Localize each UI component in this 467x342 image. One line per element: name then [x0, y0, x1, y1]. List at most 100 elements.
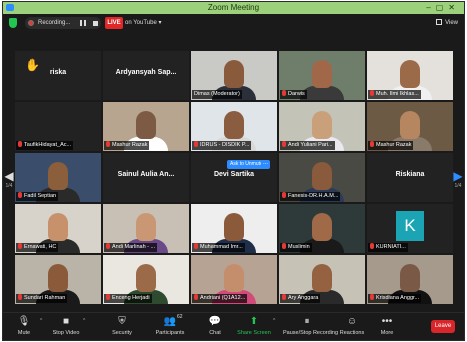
pause-recording-label: Pause/Stop Recording: [283, 330, 339, 336]
participant-display-name: Devi Sartika: [213, 171, 255, 178]
stop-video-label: Stop Video: [52, 330, 80, 336]
share-screen-label: Share Screen: [237, 330, 271, 336]
participant-tile[interactable]: Mashur Razak: [367, 102, 453, 151]
participant-tile[interactable]: Riskiana: [367, 153, 453, 202]
participant-name-text: Muh. Ilmi Ikhlas...: [376, 91, 419, 97]
security-button[interactable]: ⛨ Security: [100, 316, 144, 336]
participant-name-label: Sundari Rahman: [16, 294, 68, 303]
share-options-caret[interactable]: ^: [273, 318, 275, 324]
participant-tile[interactable]: Muslimin: [279, 204, 365, 253]
participant-tile[interactable]: Muh. Ilmi Ikhlas...: [367, 51, 453, 100]
participant-tile[interactable]: Dimas (Moderator): [191, 51, 277, 100]
participant-tile[interactable]: Sundari Rahman: [15, 255, 101, 304]
participant-tile[interactable]: Ardyansyah Sap...: [103, 51, 189, 100]
participant-tile[interactable]: Mashur Razak: [103, 102, 189, 151]
participant-tile[interactable]: Sainul Aulia An...: [103, 153, 189, 202]
participant-name-label: Andriani (Q1A12...: [192, 294, 248, 303]
participant-head: [224, 213, 244, 241]
participant-tile[interactable]: Krisdiana Anggr...: [367, 255, 453, 304]
video-options-caret[interactable]: ^: [83, 318, 85, 324]
mic-muted-icon: [18, 192, 22, 198]
pause-recording-icon[interactable]: [80, 20, 86, 26]
mic-muted-icon: [370, 90, 374, 96]
mic-muted-icon: [282, 192, 286, 198]
participant-name-text: Mashur Razak: [112, 142, 148, 148]
stop-video-button[interactable]: ■ Stop Video: [44, 316, 88, 336]
participant-head: [400, 264, 420, 292]
security-label: Security: [112, 330, 132, 336]
participant-name-text: Ary Anggara: [288, 295, 319, 301]
participant-tile[interactable]: Darwis: [279, 51, 365, 100]
participant-tile[interactable]: Ernawati, HC: [15, 204, 101, 253]
participant-name-label: Muhammad Imr...: [192, 243, 245, 252]
participant-tile[interactable]: riska ✋: [15, 51, 101, 100]
participant-tile[interactable]: Fanesis-DR.H.A.M...: [279, 153, 365, 202]
participant-tile[interactable]: Devi Sartika Ask to Unmute...: [191, 153, 277, 202]
participant-head: [312, 213, 332, 241]
shield-icon: ⛨: [118, 316, 126, 327]
participant-name-text: Mashur Razak: [376, 142, 412, 148]
mic-muted-icon: [194, 243, 198, 249]
participant-name-text: Enceng Herjadi: [112, 295, 150, 301]
participant-tile[interactable]: Enceng Herjadi: [103, 255, 189, 304]
participant-name-text: Fanesis-DR.H.A.M...: [288, 193, 339, 199]
audio-options-caret[interactable]: ^: [40, 318, 42, 324]
participant-name-label: Fanesis-DR.H.A.M...: [280, 192, 341, 201]
mic-muted-icon: [106, 141, 110, 147]
participant-name-text: Ernawati, HC: [24, 244, 57, 250]
grid-view-icon: [436, 19, 443, 25]
participant-tile[interactable]: IDRUS - DISDIK P...: [191, 102, 277, 151]
participant-head: [136, 111, 156, 139]
stop-recording-icon[interactable]: [93, 20, 98, 26]
participant-tile[interactable]: Andi Yuliani Pari...: [279, 102, 365, 151]
mic-muted-icon: [370, 294, 374, 300]
chat-button[interactable]: 💬 Chat: [193, 316, 237, 336]
mic-muted-icon: [282, 243, 286, 249]
participant-head: [136, 264, 156, 292]
participant-head: [224, 264, 244, 292]
mic-muted-icon: [194, 141, 198, 147]
ask-to-unmute-button[interactable]: Ask to Unmute: [227, 160, 266, 169]
participant-tile[interactable]: TaufikHidayat_Ac...: [15, 102, 101, 151]
page-indicator-left: 1/4: [5, 183, 13, 189]
record-dot-icon: [28, 20, 34, 26]
next-page-button[interactable]: ▶ 1/4: [453, 170, 463, 189]
participant-name-text: Dimas (Moderator): [194, 91, 240, 97]
participant-tile[interactable]: Andi Marlinah - ...: [103, 204, 189, 253]
participant-name-label: Mashur Razak: [368, 141, 414, 150]
participants-label: Participants: [155, 330, 185, 336]
participant-tile[interactable]: Andriani (Q1A12...: [191, 255, 277, 304]
participant-count: 62: [177, 314, 183, 320]
participant-more-options-button[interactable]: ...: [261, 160, 270, 169]
page-indicator-right: 1/4: [454, 183, 462, 189]
window-controls[interactable]: –▢✕: [426, 3, 460, 12]
live-destination-dropdown[interactable]: on YouTube ▾: [125, 17, 162, 29]
meeting-top-bar: Recording... LIVE on YouTube ▾ View: [3, 14, 464, 32]
participants-button[interactable]: 👥 62 Participants: [148, 314, 192, 336]
mic-muted-icon: [282, 294, 286, 300]
chevron-left-icon: ◀: [4, 169, 14, 183]
mic-muted-icon: [106, 294, 110, 300]
live-badge: LIVE: [105, 17, 123, 29]
encryption-shield-icon[interactable]: [9, 18, 17, 28]
participant-display-name: Sainul Aulia An...: [117, 171, 175, 178]
more-button[interactable]: ••• More: [365, 316, 409, 336]
participant-display-name: Ardyansyah Sap...: [115, 69, 177, 76]
pause-stop-recording-button[interactable]: ⏸ Pause/Stop Recording: [283, 316, 339, 336]
leave-button[interactable]: Leave: [431, 320, 455, 333]
participant-tile[interactable]: Fadil Septian: [15, 153, 101, 202]
participant-tile[interactable]: Ary Anggara: [279, 255, 365, 304]
mic-muted-icon: [194, 294, 198, 300]
participant-head: [48, 264, 68, 292]
view-button[interactable]: View: [436, 17, 458, 29]
mic-muted-icon: [282, 90, 286, 96]
participant-name-label: Darwis: [280, 90, 307, 99]
raised-hand-icon: ✋: [25, 58, 40, 72]
participant-head: [312, 60, 332, 88]
participant-name-text: Krisdiana Anggr...: [376, 295, 420, 301]
meeting-toolbar: 🎙 Mute ^ ■ Stop Video ^ ⛨ Security 👥 62 …: [3, 312, 464, 340]
participant-tile[interactable]: K KURNIATI...: [367, 204, 453, 253]
participant-tile[interactable]: Muhammad Imr...: [191, 204, 277, 253]
previous-page-button[interactable]: ◀ 1/4: [4, 170, 14, 189]
share-screen-button[interactable]: ⬆ Share Screen: [232, 316, 276, 336]
